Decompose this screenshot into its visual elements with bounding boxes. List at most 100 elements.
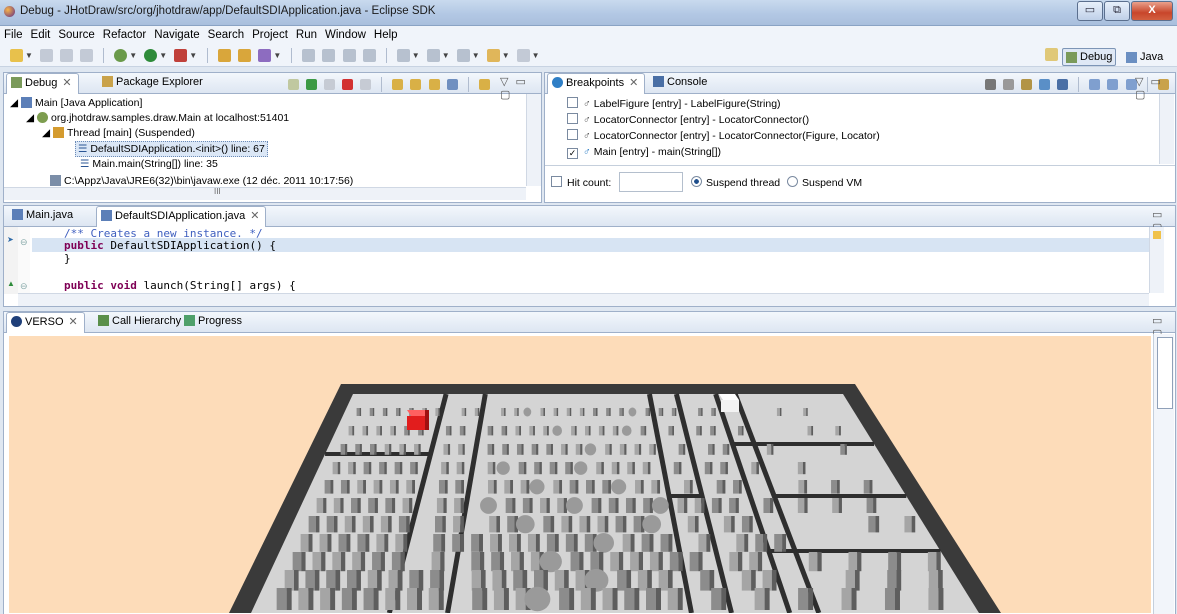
back-icon[interactable] (486, 49, 500, 62)
tab-breakpoints[interactable]: Breakpoints ✕ (547, 73, 646, 94)
debug-horizontal-scrollbar[interactable]: III (4, 187, 526, 200)
fold-icon[interactable]: ⊖ (20, 237, 28, 248)
tab-package-explorer[interactable]: Package Explorer (98, 73, 209, 92)
breakpoint-item[interactable]: ♂ LocatorConnector [entry] - LocatorConn… (567, 129, 880, 143)
software-city-visualization[interactable] (9, 336, 1151, 613)
code-line-3: } (64, 252, 71, 265)
tab-verso[interactable]: VERSO ✕ (6, 312, 85, 333)
step-return-icon[interactable] (428, 79, 440, 90)
tree-item-target[interactable]: ◢ org.jhotdraw.samples.draw.Main at loca… (26, 111, 289, 125)
disconnect-icon[interactable] (360, 79, 372, 90)
new-class-icon[interactable] (258, 49, 272, 62)
menu-source[interactable]: Source (54, 26, 98, 44)
breakpoint-item[interactable]: ✓ ♂ Main [entry] - main(String[]) (567, 145, 721, 159)
editor-horizontal-scrollbar[interactable] (18, 293, 1149, 306)
menu-navigate[interactable]: Navigate (150, 26, 203, 44)
breakpoint-item[interactable]: ♂ LocatorConnector [entry] - LocatorConn… (567, 113, 809, 127)
selected-class-building[interactable] (407, 410, 429, 430)
menu-edit[interactable]: Edit (27, 26, 55, 44)
verso-vertical-scrollbar[interactable] (1153, 334, 1174, 614)
show-whitespace-icon[interactable] (362, 49, 376, 62)
new-wizard-icon[interactable] (10, 49, 23, 62)
perspective-debug-button[interactable]: Debug (1062, 48, 1117, 66)
remove-terminated-icon[interactable] (288, 79, 299, 90)
tree-item-launch[interactable]: ◢ Main [Java Application] (10, 96, 142, 110)
breakpoint-checkbox[interactable] (567, 113, 578, 124)
collapse-all-icon[interactable] (1107, 79, 1119, 90)
prev-annotation-icon[interactable] (426, 49, 440, 62)
open-type-icon[interactable] (302, 49, 316, 62)
editor-ruler: ➤ ▲ (4, 227, 18, 294)
menu-file[interactable]: File (0, 26, 27, 44)
minimize-button[interactable]: ▭ (1077, 1, 1103, 21)
suspend-vm-radio[interactable]: Suspend VM (787, 176, 862, 190)
forward-icon[interactable] (516, 49, 530, 62)
step-over-icon[interactable] (410, 79, 422, 90)
breakpoint-checkbox[interactable] (567, 97, 578, 108)
tab-progress[interactable]: Progress (180, 312, 248, 331)
new-java-project-icon[interactable] (218, 49, 232, 62)
print-icon[interactable] (80, 49, 94, 62)
tab-default-sdi-java[interactable]: DefaultSDIApplication.java ✕ (96, 206, 267, 227)
step-into-icon[interactable] (392, 79, 404, 90)
hit-count-input[interactable] (619, 172, 683, 192)
go-to-file-icon[interactable] (1039, 79, 1051, 90)
tree-item-thread[interactable]: ◢ Thread [main] (Suspended) (42, 126, 195, 140)
expand-all-icon[interactable] (1089, 79, 1101, 90)
remove-all-breakpoints-icon[interactable] (1003, 79, 1015, 90)
debug-vertical-scrollbar[interactable] (526, 94, 541, 186)
breakpoint-item[interactable]: ♂ LabelFigure [entry] - LabelFigure(Stri… (567, 97, 781, 111)
menu-refactor[interactable]: Refactor (99, 26, 150, 44)
tree-item-frame-selected[interactable]: ☰ DefaultSDIApplication.<init>() line: 6… (75, 141, 268, 157)
search-icon[interactable] (322, 49, 336, 62)
resume-icon[interactable] (306, 79, 318, 90)
close-tab-icon[interactable]: ✕ (629, 77, 638, 89)
hit-count-checkbox[interactable] (551, 176, 562, 187)
suspend-icon[interactable] (324, 79, 336, 90)
debug-run-icon[interactable] (114, 49, 128, 62)
run-icon[interactable] (144, 49, 158, 62)
menu-project[interactable]: Project (248, 26, 292, 44)
last-edit-icon[interactable] (456, 49, 470, 62)
tab-console[interactable]: Console (649, 73, 713, 92)
menu-search[interactable]: Search (204, 26, 248, 44)
close-tab-icon[interactable]: ✕ (69, 316, 78, 328)
close-button[interactable]: X (1131, 1, 1173, 21)
tab-call-hierarchy[interactable]: Call Hierarchy (94, 312, 187, 331)
tab-main-java[interactable]: Main.java (8, 206, 79, 225)
next-annotation-icon[interactable] (396, 49, 410, 62)
verso-3d-canvas[interactable] (9, 336, 1151, 613)
show-supported-icon[interactable] (1021, 79, 1033, 90)
breakpoint-checkbox[interactable] (567, 129, 578, 140)
open-perspective-icon[interactable] (1045, 48, 1058, 61)
console-icon (653, 76, 664, 87)
method-entry-enabled-icon: ♂ (583, 146, 594, 158)
step-filters-icon[interactable] (478, 79, 490, 90)
tab-debug[interactable]: Debug ✕ (6, 73, 79, 94)
tree-item-process[interactable]: C:\Appz\Java\JRE6(32)\bin\javaw.exe (12 … (50, 174, 353, 188)
menu-help[interactable]: Help (370, 26, 402, 44)
perspective-java-button[interactable]: Java (1122, 48, 1167, 66)
close-tab-icon[interactable]: ✕ (250, 210, 259, 222)
suspend-thread-radio[interactable]: Suspend thread (691, 176, 780, 190)
save-icon[interactable] (39, 49, 53, 62)
close-tab-icon[interactable]: ✕ (62, 77, 71, 89)
save-all-icon[interactable] (60, 49, 74, 62)
terminate-icon[interactable] (342, 79, 354, 90)
breakpoint-checkbox-checked[interactable]: ✓ (567, 148, 578, 159)
menu-run[interactable]: Run (292, 26, 321, 44)
editor-vertical-scrollbar[interactable] (1149, 227, 1164, 293)
remove-breakpoint-icon[interactable] (985, 79, 996, 90)
menu-window[interactable]: Window (321, 26, 370, 44)
breakpoints-vertical-scrollbar[interactable] (1159, 94, 1174, 164)
drop-to-frame-icon[interactable] (446, 79, 458, 90)
toggle-mark-icon[interactable] (342, 49, 356, 62)
maximize-button[interactable]: ⧉ (1104, 1, 1130, 21)
tree-item-frame[interactable]: ☰ Main.main(String[]) line: 35 (80, 157, 218, 171)
process-icon (50, 175, 61, 186)
fold-icon[interactable]: ⊖ (20, 281, 28, 292)
external-tools-icon[interactable] (174, 49, 188, 62)
new-package-icon[interactable] (238, 49, 252, 62)
scroll-thumb[interactable] (1157, 337, 1173, 409)
skip-breakpoints-icon[interactable] (1057, 79, 1069, 90)
